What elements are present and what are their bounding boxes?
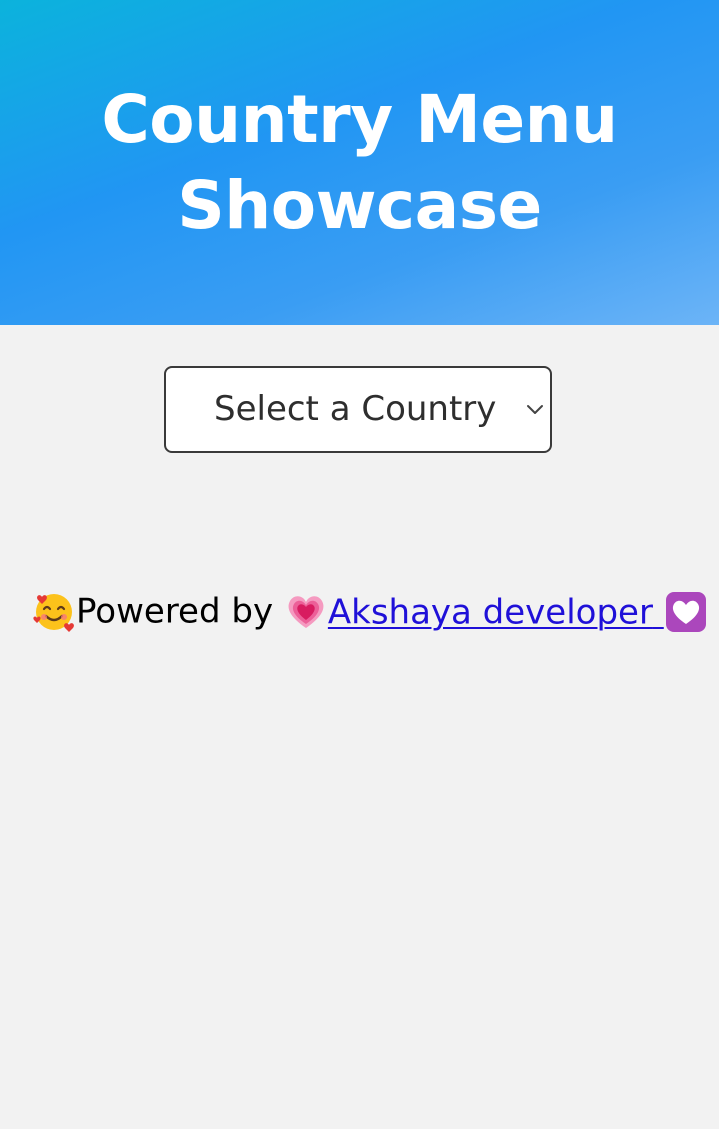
developer-credit-link[interactable]: Akshaya developer xyxy=(284,591,708,633)
chevron-down-icon xyxy=(527,405,543,414)
heart-decoration-icon xyxy=(665,592,706,633)
developer-credit-text: Akshaya developer xyxy=(327,592,653,633)
country-select-value: Select a Country xyxy=(214,389,497,429)
country-select[interactable]: Select a Country xyxy=(164,366,552,453)
smiling-face-with-hearts-icon xyxy=(33,593,74,632)
growing-heart-icon xyxy=(288,596,324,629)
page-title-line-1: Country Menu xyxy=(101,80,618,158)
powered-by-line: Powered by Akshaya developer xyxy=(32,588,706,633)
page-header: Country Menu Showcase xyxy=(0,0,719,325)
powered-by-text: Powered by xyxy=(76,591,274,632)
page-title: Country Menu Showcase xyxy=(80,77,640,249)
page-title-line-2: Showcase xyxy=(177,166,542,244)
